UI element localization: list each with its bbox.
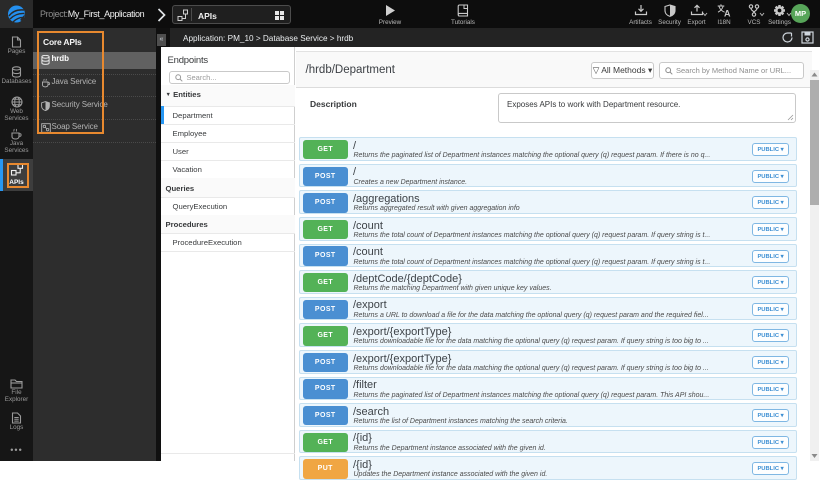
svg-text:A: A (724, 9, 731, 18)
